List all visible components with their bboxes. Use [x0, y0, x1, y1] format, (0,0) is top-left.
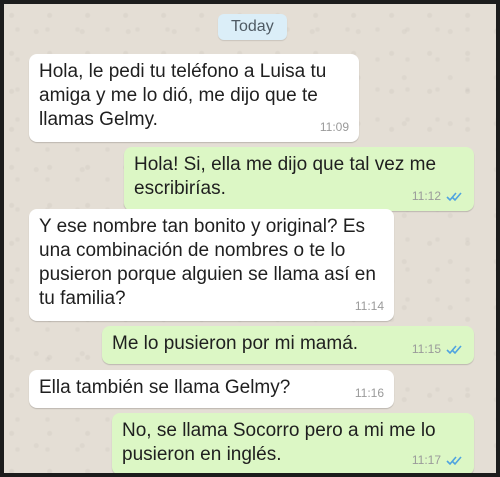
message-bubble-incoming[interactable]: Ella también se llama Gelmy? 11:16: [29, 370, 394, 408]
message-meta: 11:17: [412, 448, 464, 472]
message-time: 11:09: [319, 120, 349, 134]
message-time: 11:14: [354, 299, 384, 313]
message-time: 11:15: [411, 342, 441, 356]
message-meta: 11:16: [355, 381, 384, 405]
message-bubble-outgoing[interactable]: Hola! Si, ella me dijo que tal vez me es…: [124, 147, 474, 211]
message-meta: 11:15: [412, 337, 464, 361]
message-time: 11:17: [411, 453, 441, 467]
double-check-icon: [446, 455, 462, 465]
message-time: 11:12: [411, 189, 441, 203]
message-bubble-outgoing[interactable]: No, se llama Socorro pero a mi me lo pus…: [112, 413, 474, 473]
message-bubble-incoming[interactable]: Hola, le pedi tu teléfono a Luisa tu ami…: [29, 54, 359, 142]
message-meta: 11:14: [355, 294, 384, 318]
message-time: 11:16: [354, 386, 384, 400]
message-meta: 11:09: [320, 115, 349, 139]
chat-screen: Today Hola, le pedi tu teléfono a Luisa …: [4, 4, 496, 473]
message-bubble-incoming[interactable]: Y ese nombre tan bonito y original? Es u…: [29, 209, 394, 321]
message-bubble-outgoing[interactable]: Me lo pusieron por mi mamá. 11:15: [102, 326, 474, 364]
date-divider: Today: [218, 14, 287, 40]
message-text: Ella también se llama Gelmy?: [39, 377, 291, 398]
message-meta: 11:12: [412, 184, 464, 208]
double-check-icon: [446, 191, 462, 201]
message-text: Hola, le pedi tu teléfono a Luisa tu ami…: [39, 61, 327, 130]
double-check-icon: [446, 344, 462, 354]
message-text: Y ese nombre tan bonito y original? Es u…: [39, 216, 376, 309]
